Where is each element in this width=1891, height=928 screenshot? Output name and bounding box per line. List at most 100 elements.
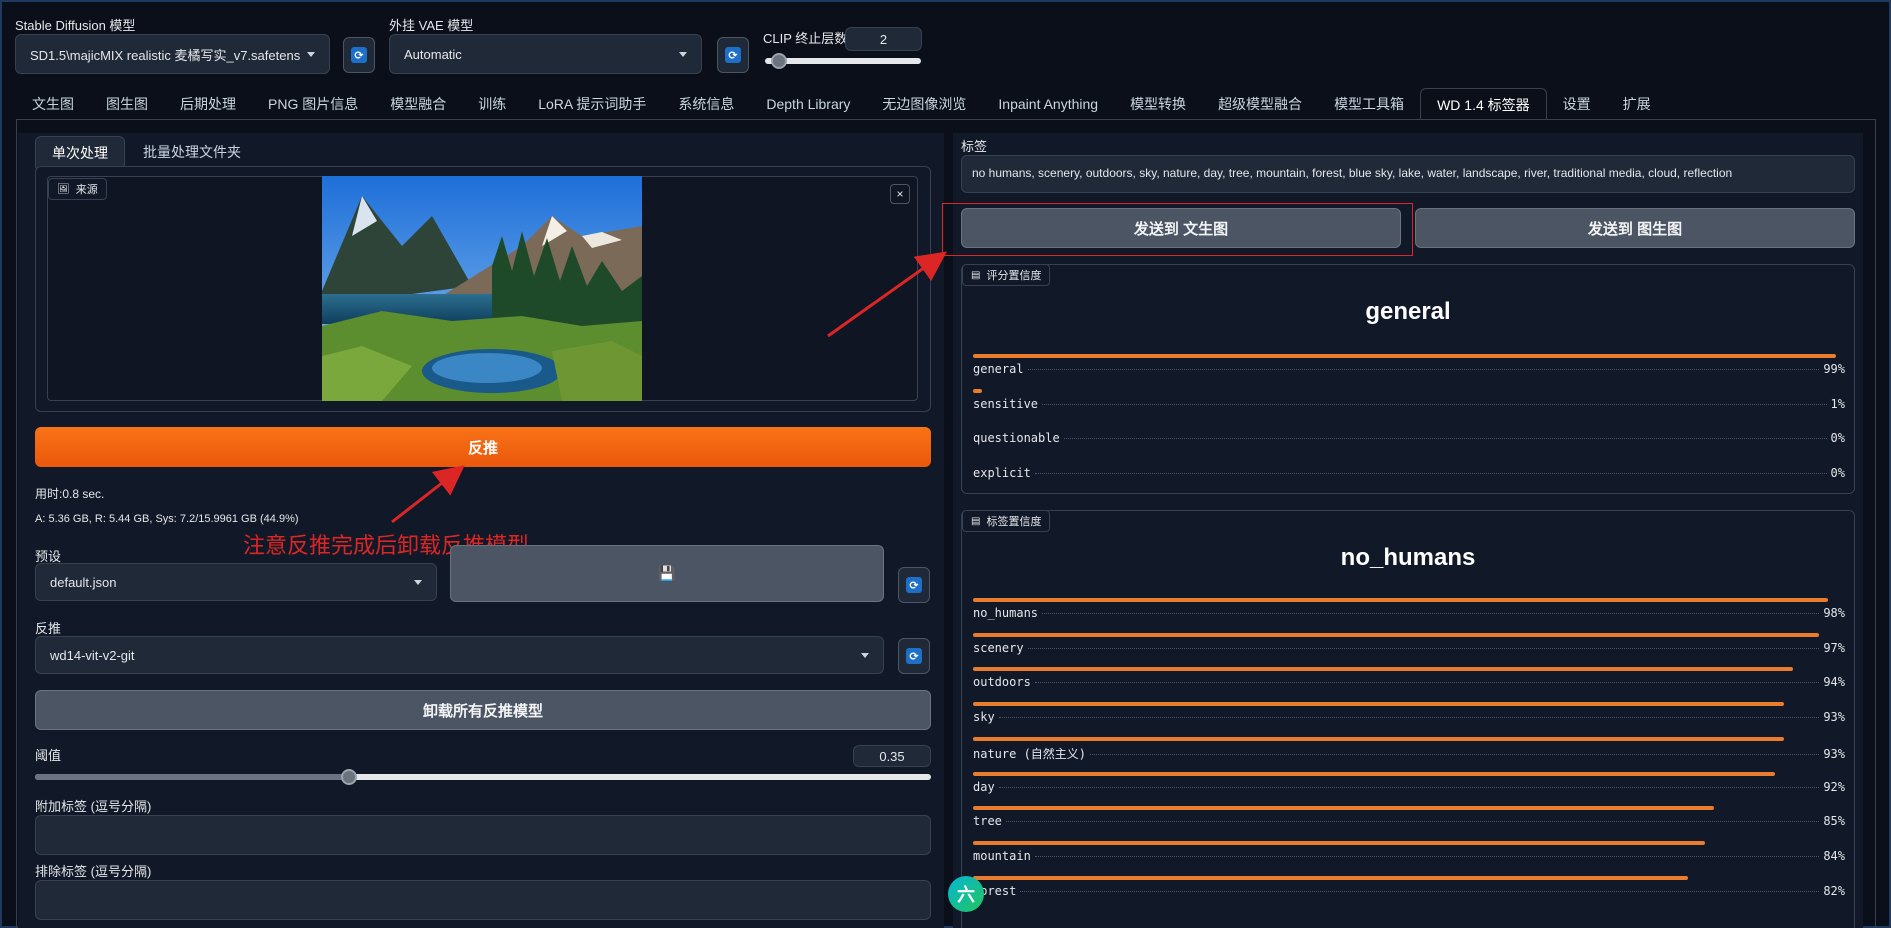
clip-slider[interactable] [765, 53, 921, 69]
tab-12[interactable]: 超级模型融合 [1202, 88, 1318, 120]
preset-select[interactable]: default.json [35, 563, 437, 601]
confidence-name: day [973, 779, 995, 794]
subtab-batch[interactable]: 批量处理文件夹 [127, 136, 257, 168]
sd-model-label: Stable Diffusion 模型 [15, 18, 136, 33]
tab-2[interactable]: 后期处理 [164, 88, 252, 120]
confidence-bar [973, 388, 982, 393]
confidence-name: general [973, 362, 1024, 376]
tab-15[interactable]: 设置 [1547, 88, 1607, 120]
tab-13[interactable]: 模型工具箱 [1318, 88, 1420, 120]
confidence-name: nature (自然主义) [973, 746, 1087, 761]
dotted-leader [1063, 438, 1827, 439]
dotted-leader [1027, 369, 1820, 370]
tab-6[interactable]: LoRA 提示词助手 [522, 88, 662, 120]
source-label: 来源 [75, 184, 98, 196]
source-badge: 🖼 来源 [48, 178, 107, 200]
dotted-leader [1034, 855, 1820, 857]
vae-value: Automatic [404, 46, 462, 62]
tag-confidence-title: no_humans [1340, 544, 1476, 571]
interrogate-button[interactable]: 反推 [35, 427, 931, 467]
confidence-row: outdoors 94% [973, 667, 1845, 689]
preset-refresh-button[interactable]: ⟳ [898, 567, 930, 603]
dotted-leader [1034, 472, 1827, 474]
refresh-icon: ⟳ [906, 648, 922, 664]
dotted-leader [1042, 403, 1827, 405]
tag-confidence-badge: ▤ 标签置信度 [962, 510, 1051, 532]
tab-9[interactable]: 无边图像浏览 [866, 88, 982, 120]
additional-tags-input[interactable] [35, 815, 931, 855]
confidence-name: scenery [973, 640, 1024, 655]
refresh-icon: ⟳ [725, 47, 741, 63]
threshold-slider[interactable] [35, 769, 931, 785]
confidence-bar [973, 598, 1828, 602]
tab-0[interactable]: 文生图 [16, 88, 90, 120]
rating-badge: ▤ 评分置信度 [962, 264, 1051, 286]
confidence-row: forest 82% [973, 875, 1845, 898]
confidence-row: general 99% [973, 354, 1845, 376]
confidence-percent: 93% [1823, 746, 1845, 761]
unload-models-button[interactable]: 卸载所有反推模型 [35, 690, 931, 730]
confidence-name: questionable [973, 431, 1060, 445]
confidence-percent: 92% [1823, 779, 1845, 794]
tab-11[interactable]: 模型转换 [1114, 88, 1202, 120]
confidence-name: outdoors [973, 675, 1031, 690]
landscape-photo [322, 176, 642, 401]
clip-slider-thumb[interactable] [771, 53, 787, 69]
clip-label: CLIP 终止层数 [763, 31, 848, 46]
confidence-percent: 1% [1830, 396, 1845, 411]
confidence-row: sky 93% [973, 702, 1845, 725]
confidence-bar [973, 806, 1715, 811]
confidence-percent: 82% [1823, 883, 1845, 898]
vae-select[interactable]: Automatic [389, 34, 702, 74]
vae-refresh-button[interactable]: ⟳ [717, 37, 749, 73]
confidence-percent: 97% [1823, 640, 1845, 655]
confidence-label: general 99% [973, 362, 1845, 376]
confidence-label: mountain 84% [973, 849, 1845, 863]
confidence-row: tree 85% [973, 806, 1845, 829]
floating-avatar[interactable]: 六 [948, 876, 984, 912]
dotted-leader [998, 717, 1820, 719]
tags-label: 标签 [961, 139, 988, 154]
dotted-leader [1020, 890, 1820, 892]
confidence-bar [973, 702, 1784, 707]
confidence-bar [973, 840, 1706, 845]
save-icon: 💾 [658, 565, 676, 581]
threshold-input[interactable]: 0.35 [853, 745, 931, 767]
confidence-name: tree [973, 814, 1002, 829]
interrogator-select[interactable]: wd14-vit-v2-git [35, 636, 884, 674]
dotted-leader [998, 786, 1820, 788]
confidence-label: explicit 0% [973, 466, 1845, 480]
tab-14[interactable]: WD 1.4 标签器 [1420, 88, 1547, 120]
tab-8[interactable]: Depth Library [750, 88, 866, 120]
tab-7[interactable]: 系统信息 [662, 88, 750, 120]
confidence-name: sky [973, 710, 995, 725]
confidence-bar [973, 667, 1793, 672]
subtab-single[interactable]: 单次处理 [35, 136, 125, 168]
confidence-label: scenery 97% [973, 641, 1845, 655]
exclude-tags-input[interactable] [35, 880, 931, 920]
sd-model-select[interactable]: SD1.5\majicMIX realistic 麦橘写实_v7.safeten… [15, 34, 330, 74]
tab-5[interactable]: 训练 [462, 88, 522, 120]
vae-label: 外挂 VAE 模型 [389, 18, 474, 33]
close-image-button[interactable]: × [890, 184, 910, 204]
tags-output[interactable]: no humans, scenery, outdoors, sky, natur… [961, 155, 1855, 193]
send-to-img2img-button[interactable]: 发送到 图生图 [1415, 208, 1855, 248]
confidence-row: nature (自然主义) 93% [973, 736, 1845, 761]
confidence-label: outdoors 94% [973, 675, 1845, 689]
bar-chart-icon: ▤ [971, 515, 981, 527]
tab-16[interactable]: 扩展 [1607, 88, 1667, 120]
interrogator-refresh-button[interactable]: ⟳ [898, 638, 930, 674]
tab-4[interactable]: 模型融合 [374, 88, 462, 120]
confidence-label: nature (自然主义) 93% [973, 745, 1845, 762]
tab-10[interactable]: Inpaint Anything [982, 88, 1114, 120]
clip-number-input[interactable]: 2 [845, 27, 922, 51]
threshold-slider-thumb[interactable] [340, 769, 357, 785]
tab-1[interactable]: 图生图 [90, 88, 164, 120]
confidence-percent: 0% [1830, 465, 1845, 480]
exclude-tags-label: 排除标签 (逗号分隔) [35, 864, 152, 879]
sd-model-refresh-button[interactable]: ⟳ [343, 37, 375, 73]
confidence-row: mountain 84% [973, 840, 1845, 863]
save-preset-button[interactable]: 💾 [450, 545, 884, 602]
tab-3[interactable]: PNG 图片信息 [252, 88, 374, 120]
confidence-percent: 85% [1823, 814, 1845, 829]
